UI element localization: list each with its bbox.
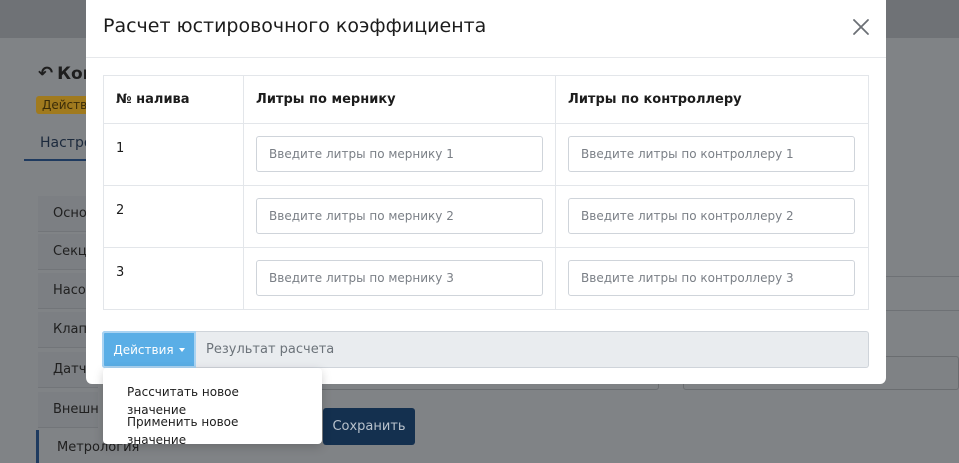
close-button[interactable] bbox=[850, 16, 872, 38]
meter-cell bbox=[243, 185, 557, 248]
actions-label: Действия bbox=[113, 342, 174, 357]
caret-down-icon bbox=[178, 347, 185, 352]
controller-liters-input-2[interactable] bbox=[568, 198, 856, 234]
table-row: 3 bbox=[102, 247, 869, 310]
meter-liters-input-2[interactable] bbox=[256, 198, 544, 234]
result-field[interactable] bbox=[196, 331, 869, 368]
controller-cell bbox=[555, 247, 869, 310]
controller-liters-input-3[interactable] bbox=[568, 260, 856, 296]
calibration-modal: Расчет юстировочного коэффициента № нали… bbox=[86, 0, 886, 384]
close-icon bbox=[853, 19, 869, 35]
table-row: 2 bbox=[102, 185, 869, 248]
meter-cell bbox=[243, 247, 557, 310]
controller-cell bbox=[555, 123, 869, 186]
divider bbox=[885, 310, 959, 311]
controller-liters-input-1[interactable] bbox=[568, 136, 856, 172]
fill-number: 3 bbox=[102, 247, 245, 310]
fill-number: 1 bbox=[102, 123, 245, 186]
meter-liters-input-1[interactable] bbox=[256, 136, 544, 172]
modal-title: Расчет юстировочного коэффициента bbox=[103, 15, 487, 37]
table-header-row: № налива Литры по мернику Литры по контр… bbox=[102, 75, 869, 124]
save-button[interactable]: Сохранить bbox=[323, 408, 415, 445]
controller-cell bbox=[555, 185, 869, 248]
actions-dropdown-menu: Рассчитать новое значение Применить ново… bbox=[103, 368, 322, 447]
divider bbox=[885, 276, 959, 277]
modal-header: Расчет юстировочного коэффициента bbox=[86, 0, 886, 58]
tab-settings[interactable]: Настро bbox=[24, 127, 94, 161]
column-header-fill-number: № налива bbox=[102, 75, 245, 124]
actions-input-group: Действия bbox=[102, 331, 869, 368]
column-header-controller-liters: Литры по контроллеру bbox=[555, 75, 869, 124]
fills-table: № налива Литры по мернику Литры по контр… bbox=[102, 75, 869, 310]
column-header-meter-liters: Литры по мернику bbox=[243, 75, 557, 124]
fill-number: 2 bbox=[102, 185, 245, 248]
table-row: 1 bbox=[102, 123, 869, 186]
sidebar-item-external[interactable]: Внешн bbox=[38, 392, 99, 428]
meter-cell bbox=[243, 123, 557, 186]
status-badge: Действ bbox=[36, 96, 94, 114]
back-arrow-icon[interactable]: ↶ bbox=[38, 63, 53, 84]
sidebar-item-metrology[interactable]: Метрология bbox=[36, 430, 139, 463]
actions-dropdown-button[interactable]: Действия bbox=[102, 331, 196, 368]
menu-item-calculate[interactable]: Рассчитать новое значение bbox=[103, 377, 322, 417]
meter-liters-input-3[interactable] bbox=[256, 260, 544, 296]
